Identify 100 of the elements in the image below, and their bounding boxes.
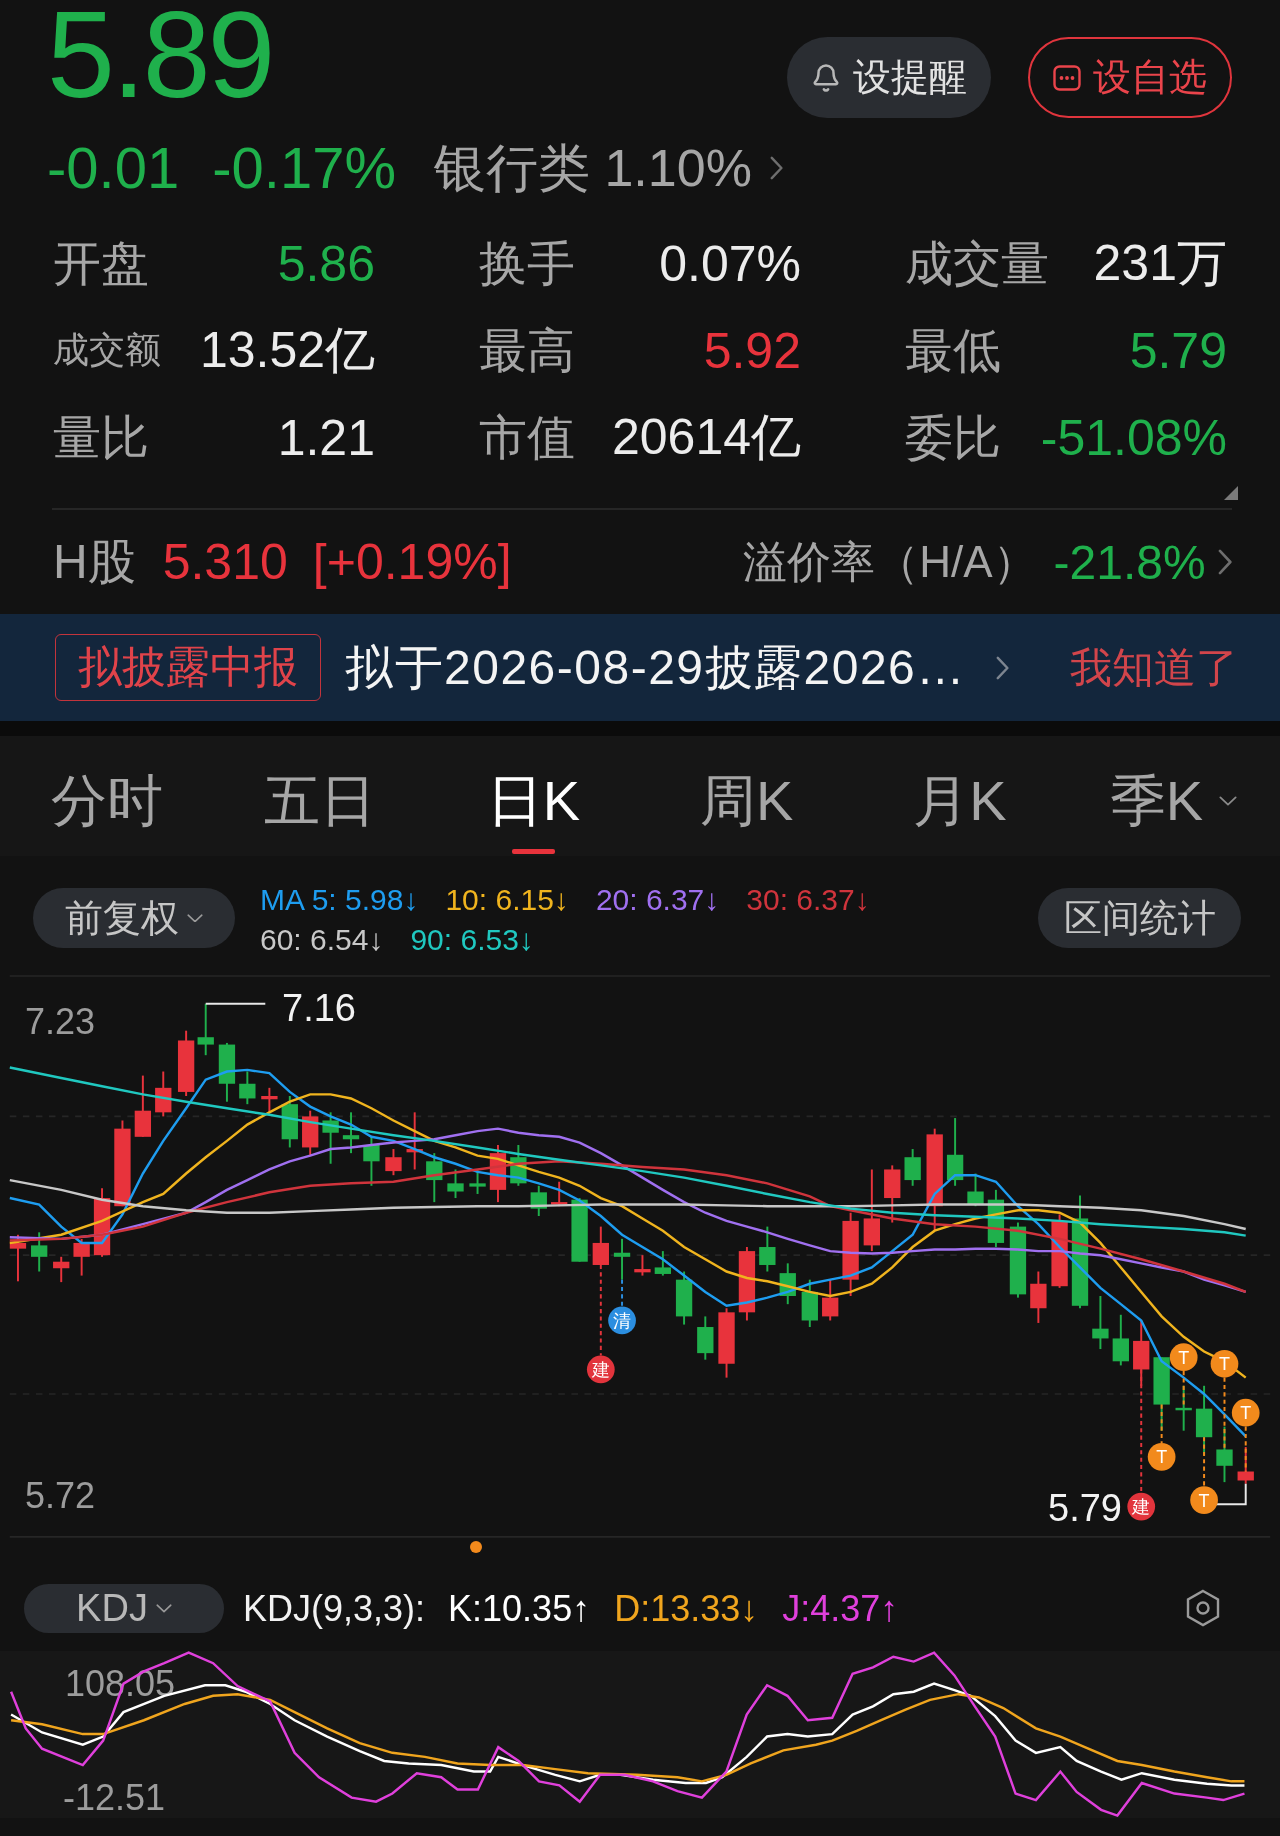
premium-value: -21.8% [1053,534,1206,590]
candlestick [822,1278,839,1322]
candlestick [675,1270,693,1326]
candlestick [946,1117,964,1187]
marker-leader-line [621,1278,623,1308]
stat-label: 开盘 [53,235,149,292]
candlestick [904,1148,921,1187]
stat-value: 5.92 [703,321,801,380]
candlestick [1237,1446,1254,1485]
candlestick [342,1111,360,1155]
stat-label: 委比 [905,409,1001,466]
chevron-down-icon [187,913,203,923]
last-price: 5.89 [47,0,273,110]
signal-marker: T [1147,1442,1176,1471]
bell-icon [811,62,841,93]
stat-value: 13.52亿 [199,321,375,380]
period-tab[interactable]: 分时 [50,769,163,854]
candlestick [718,1307,735,1379]
adjustment-dropdown[interactable]: 前复权 [33,888,235,948]
chevron-right-icon[interactable] [995,655,1009,680]
signal-marker: T [1210,1349,1239,1378]
signal-marker: T [1231,1398,1260,1427]
low-price-label: 5.79 [1048,1488,1122,1528]
price-change: -0.01 [47,136,180,200]
ma-legend-item: MA 5: 5.98↓ [260,882,419,918]
indicator-dropdown[interactable]: KDJ [24,1584,224,1633]
stat-value: -51.08% [1040,408,1227,467]
set-alert-button[interactable]: 设提醒 [787,37,991,118]
settings-icon[interactable] [1184,1589,1222,1627]
signal-marker: 建 [586,1355,615,1384]
candlestick [134,1074,151,1138]
candlestick [1112,1313,1129,1367]
candlestick [73,1237,90,1277]
chevron-right-icon[interactable] [1217,549,1232,575]
candlestick [489,1144,507,1204]
candlestick [53,1255,70,1284]
candlestick [155,1070,172,1118]
stat-label: 成交额 [53,328,161,372]
candlestick [363,1135,380,1187]
stat-label: 最高 [479,322,575,379]
candlestick [9,1233,27,1283]
stat-value: 1.21 [277,408,375,467]
candlestick [322,1111,339,1165]
stat-label: 最低 [905,322,1001,379]
axis-label: 5.72 [25,1476,96,1516]
candlestick [1133,1319,1150,1387]
candlestick [261,1086,278,1114]
candlestick [592,1225,609,1266]
candlestick [571,1197,588,1263]
range-stats-button[interactable]: 区间统计 [1038,888,1241,948]
candlestick [987,1188,1005,1248]
indicator-value: K:10.35↑ [448,1587,591,1631]
chevron-down-icon [155,1604,172,1613]
notice-text[interactable]: 拟于2026-08-29披露2026… [345,635,966,700]
candlestick [426,1152,443,1204]
period-tab[interactable]: 五日 [264,769,376,854]
stat-label: 市值 [479,409,575,466]
candlestick [634,1254,651,1277]
candlestick [530,1184,547,1217]
period-tab[interactable]: 季K [1109,769,1237,854]
candlestick [779,1262,796,1306]
indicator-value: J:4.37↑ [782,1587,899,1631]
period-tab[interactable]: 周K [699,769,794,854]
stat-value: 5.86 [277,234,375,293]
marker-leader-line [1244,1425,1247,1473]
marker-leader-line [1203,1436,1206,1488]
ellipsis-square-icon [1053,64,1081,91]
notice-tag: 拟披露中报 [55,634,321,701]
ma-legend-item: 30: 6.37↓ [746,882,870,918]
candlestick [385,1148,402,1177]
candlestick [1216,1425,1233,1484]
candlestick [197,1002,214,1057]
signal-marker: T [1169,1343,1198,1372]
candlestick [697,1315,714,1361]
period-tab[interactable]: 月K [913,769,1007,854]
candlestick [406,1111,423,1171]
candlestick [447,1168,464,1199]
candlestick [801,1278,818,1328]
candlestick [302,1109,319,1157]
candlestick [654,1250,671,1277]
candlestick [1092,1295,1109,1351]
h-share-label: H股 [53,534,136,590]
add-watchlist-button[interactable]: 设自选 [1028,37,1232,118]
h-share-price: 5.310 [162,533,288,591]
ma-legend-item: 60: 6.54↓ [260,922,384,958]
stat-label: 成交量 [905,235,1049,292]
period-tab[interactable]: 日K [486,769,580,854]
ma-legend-item: 10: 6.15↓ [445,882,569,918]
corner-triangle-icon[interactable] [1224,486,1238,500]
candlestick [510,1144,527,1187]
stat-value: 20614亿 [611,408,801,467]
axis-label: 7.23 [25,1002,96,1042]
high-price-label: 7.16 [282,988,356,1028]
sector-link[interactable]: 银行类 1.10% [434,136,784,200]
h-share-change: [+0.19%] [312,533,512,591]
percent-change: -0.17% [212,136,396,200]
indicator-params: KDJ(9,3,3): [243,1587,426,1631]
stat-label: 换手 [479,235,575,292]
signal-marker: T [1190,1486,1218,1514]
ma-legend-item: 20: 6.37↓ [595,882,720,918]
